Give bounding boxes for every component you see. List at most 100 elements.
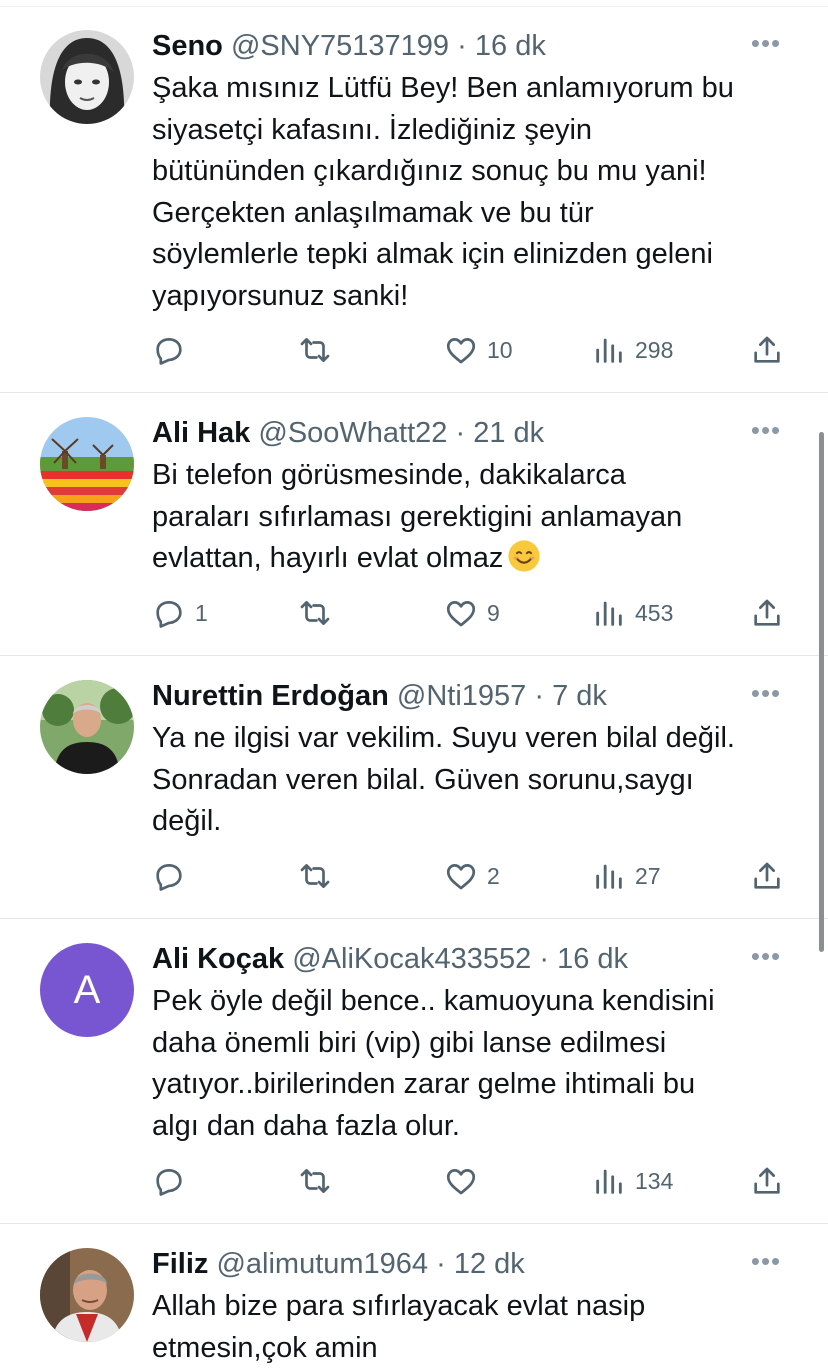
avatar[interactable] xyxy=(40,1248,134,1342)
tweet-text: Ya ne ilgisi var vekilim. Suyu veren bil… xyxy=(152,718,788,843)
author-handle[interactable]: @Nti1957 xyxy=(397,680,526,712)
like-icon xyxy=(446,1169,476,1195)
tweet-text-line: Bi telefon görüsmesinde, dakikalarca xyxy=(152,459,626,491)
tweet-text-line: siyasetçi kafasını. İzlediğiniz şeyin xyxy=(152,113,593,146)
retweet-button[interactable] xyxy=(298,593,332,633)
author-name[interactable]: Seno xyxy=(152,30,223,62)
like-button[interactable] xyxy=(444,1161,487,1201)
views-button[interactable]: 134 xyxy=(592,1161,673,1201)
more-icon[interactable]: ••• xyxy=(750,28,782,58)
reply-button[interactable] xyxy=(152,1161,195,1201)
author-handle[interactable]: @SNY75137199 xyxy=(231,30,449,62)
reply-button[interactable] xyxy=(152,856,195,896)
reply-icon xyxy=(156,601,182,628)
reply-icon xyxy=(156,338,182,365)
like-button[interactable]: 2 xyxy=(444,856,500,896)
separator-dot: · xyxy=(436,1248,446,1280)
share-icon xyxy=(754,1167,780,1194)
tweet-text-line: Gerçekten anlaşılmamak ve bu tür xyxy=(152,196,594,229)
retweet-button[interactable] xyxy=(298,330,332,370)
tweet-text-line: değil. xyxy=(152,805,222,837)
tweet-text: Pek öyle değil bence.. kamuoyuna kendisi… xyxy=(152,981,788,1147)
author-handle[interactable]: @AliKocak433552 xyxy=(292,943,531,975)
avatar[interactable]: A xyxy=(40,943,134,1037)
reply-button[interactable] xyxy=(152,330,195,370)
avatar[interactable] xyxy=(40,30,134,124)
like-button[interactable]: 10 xyxy=(444,330,513,370)
tweet-text-line: yapıyorsunuz sanki! xyxy=(152,279,409,312)
tweet-text-line: Şaka mısınız Lütfü Bey! Ben anlamıyorum … xyxy=(152,72,734,104)
tweet-text: Allah bize para sıfırlayacak evlat nasip… xyxy=(152,1286,788,1369)
action-bar: 134 xyxy=(152,1161,788,1201)
retweet-icon xyxy=(300,1169,330,1193)
author-handle[interactable]: @SooWhatt22 xyxy=(258,417,447,449)
more-icon[interactable]: ••• xyxy=(750,941,782,971)
author-name[interactable]: Ali Koçak xyxy=(152,943,284,975)
more-icon[interactable]: ••• xyxy=(750,678,782,708)
tweet-ali-hak[interactable]: Ali Hak @SooWhatt22 · 21 dk ••• Bi telef… xyxy=(0,393,828,656)
author-name[interactable]: Nurettin Erdoğan xyxy=(152,680,389,712)
views-count: 27 xyxy=(635,862,661,889)
views-button[interactable]: 27 xyxy=(592,856,661,896)
author-handle[interactable]: @alimutum1964 xyxy=(216,1248,428,1280)
tweet-text-line: yatıyor..birilerinden zarar gelme ihtima… xyxy=(152,1068,696,1100)
tweet-text-line: söylemlerle tepki almak için elinizden g… xyxy=(152,238,713,270)
action-bar: 2 27 xyxy=(152,856,788,896)
like-icon xyxy=(446,601,476,627)
retweet-icon xyxy=(300,338,330,362)
share-button[interactable] xyxy=(750,593,784,633)
views-button[interactable]: 453 xyxy=(592,593,673,633)
tweet-nurettin-erdogan[interactable]: Nurettin Erdoğan @Nti1957 · 7 dk ••• Ya … xyxy=(0,656,828,919)
views-button[interactable]: 298 xyxy=(592,330,673,370)
separator-dot: · xyxy=(534,680,545,712)
timestamp[interactable]: 7 dk xyxy=(552,680,607,712)
author-name[interactable]: Ali Hak xyxy=(152,417,250,449)
timestamp[interactable]: 16 dk xyxy=(557,943,628,975)
share-icon xyxy=(754,599,780,626)
tweet-text-fragment: evlattan, hayırlı evlat olmaz xyxy=(152,542,504,574)
share-button[interactable] xyxy=(750,330,784,370)
share-button[interactable] xyxy=(750,1161,784,1201)
reply-icon xyxy=(156,1169,182,1196)
more-icon[interactable]: ••• xyxy=(750,415,782,445)
timestamp[interactable]: 12 dk xyxy=(454,1248,525,1280)
tweet-text-line: evlattan, hayırlı evlat olmaz xyxy=(152,538,788,580)
avatar[interactable] xyxy=(40,417,134,511)
scrollbar[interactable] xyxy=(819,432,824,952)
like-button[interactable]: 9 xyxy=(444,593,500,633)
reply-button[interactable]: 1 xyxy=(152,593,208,633)
like-count: 9 xyxy=(487,599,500,626)
tweet-text-line: Pek öyle değil bence.. kamuoyuna kendisi… xyxy=(152,985,715,1017)
views-icon xyxy=(596,864,622,889)
views-count: 134 xyxy=(635,1167,674,1194)
tweet-filiz[interactable]: Filiz @alimutum1964 · 12 dk ••• Allah bi… xyxy=(0,1224,828,1371)
retweet-icon xyxy=(300,864,330,888)
avatar[interactable] xyxy=(40,680,134,774)
tweet-text-line: Sonradan veren bilal. Güven sorunu,saygı xyxy=(152,763,694,796)
timestamp[interactable]: 16 dk xyxy=(475,30,546,62)
tweet-header: Nurettin Erdoğan @Nti1957 · 7 dk xyxy=(152,676,748,716)
tweet-header: Seno @SNY75137199 · 16 dk xyxy=(152,26,748,66)
tweet-header: Filiz @alimutum1964 · 12 dk xyxy=(152,1244,748,1284)
share-button[interactable] xyxy=(750,856,784,896)
tweet-text-line: Allah bize para sıfırlayacak evlat nasip xyxy=(152,1290,646,1322)
tweet-ali-kocak[interactable]: A Ali Koçak @AliKocak433552 · 16 dk ••• … xyxy=(0,919,828,1224)
reply-icon xyxy=(156,864,182,891)
tweet-seno[interactable]: Seno @SNY75137199 · 16 dk ••• Şaka mısın… xyxy=(0,0,828,393)
tweet-text: Bi telefon görüsmesinde, dakikalarca par… xyxy=(152,455,788,580)
retweet-button[interactable] xyxy=(298,856,332,896)
views-icon xyxy=(596,1169,622,1194)
like-icon xyxy=(446,338,476,364)
author-name[interactable]: Filiz xyxy=(152,1248,208,1280)
tweet-header: Ali Koçak @AliKocak433552 · 16 dk xyxy=(152,939,748,979)
retweet-icon xyxy=(300,601,330,625)
like-icon xyxy=(446,864,476,890)
retweet-button[interactable] xyxy=(298,1161,332,1201)
action-bar: 1 9 453 xyxy=(152,593,788,633)
timestamp[interactable]: 21 dk xyxy=(473,417,544,449)
more-icon[interactable]: ••• xyxy=(750,1246,782,1276)
tweet-text-line: algı dan daha fazla olur. xyxy=(152,1109,460,1142)
views-count: 298 xyxy=(635,336,674,363)
separator-dot: · xyxy=(457,30,467,62)
tweet-text-line: paraları sıfırlaması gerektigini anlamay… xyxy=(152,500,683,533)
